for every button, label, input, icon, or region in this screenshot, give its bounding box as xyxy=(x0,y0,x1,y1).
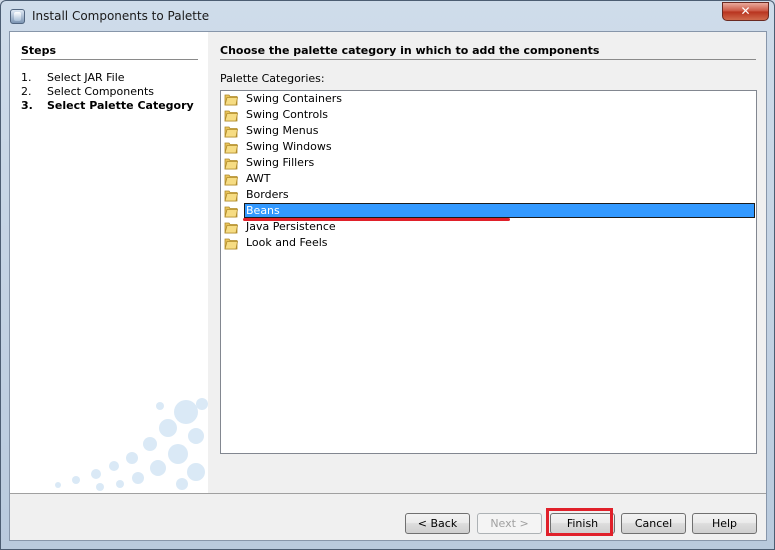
folder-icon xyxy=(224,190,238,202)
folder-icon xyxy=(224,238,238,250)
folder-icon xyxy=(224,206,238,218)
help-button[interactable]: Help xyxy=(692,513,757,534)
back-button[interactable]: < Back xyxy=(405,513,470,534)
step-item: 1. Select JAR File xyxy=(21,71,125,84)
close-icon: ✕ xyxy=(740,4,751,18)
palette-category-list[interactable]: Swing Containers Swing Controls Swing Me… xyxy=(220,90,757,454)
category-panel: Choose the palette category in which to … xyxy=(208,32,766,493)
title-divider xyxy=(220,59,756,60)
list-item-label: Swing Controls xyxy=(246,108,328,121)
list-item-label: Look and Feels xyxy=(246,236,328,249)
step-label: Select Components xyxy=(47,85,155,98)
annotation-highlight-box xyxy=(546,508,613,536)
folder-icon xyxy=(224,94,238,106)
page-title: Choose the palette category in which to … xyxy=(220,44,600,57)
window-title: Install Components to Palette xyxy=(32,9,210,23)
dialog-window: Install Components to Palette ✕ Steps 1.… xyxy=(0,0,775,550)
steps-heading: Steps xyxy=(21,44,57,57)
step-label: Select Palette Category xyxy=(47,99,194,112)
list-item[interactable]: Java Persistence xyxy=(221,219,756,235)
selection-highlight xyxy=(244,203,755,218)
folder-icon xyxy=(224,142,238,154)
list-item[interactable]: Look and Feels xyxy=(221,235,756,251)
list-item-label: AWT xyxy=(246,172,271,185)
step-number: 3. xyxy=(21,99,33,112)
list-item[interactable]: Swing Controls xyxy=(221,107,756,123)
list-item[interactable]: Swing Containers xyxy=(221,91,756,107)
step-label: Select JAR File xyxy=(47,71,125,84)
steps-divider xyxy=(21,59,198,60)
title-bar[interactable]: Install Components to Palette ✕ xyxy=(1,1,775,31)
step-number: 2. xyxy=(21,85,32,98)
step-item: 2. Select Components xyxy=(21,85,154,98)
list-item-label: Swing Containers xyxy=(246,92,342,105)
dialog-content: Steps 1. Select JAR File 2. Select Compone… xyxy=(9,31,767,541)
app-window-icon xyxy=(10,9,25,24)
steps-panel: Steps 1. Select JAR File 2. Select Compone… xyxy=(10,32,208,493)
cancel-button[interactable]: Cancel xyxy=(621,513,686,534)
list-item-label: Borders xyxy=(246,188,289,201)
list-item-label: Java Persistence xyxy=(246,220,336,233)
list-item-label: Swing Windows xyxy=(246,140,332,153)
list-item-selected[interactable]: Beans xyxy=(221,203,756,221)
footer-divider xyxy=(10,493,766,494)
close-button[interactable]: ✕ xyxy=(722,2,769,21)
folder-icon xyxy=(224,222,238,234)
step-number: 1. xyxy=(21,71,32,84)
list-item[interactable]: Borders xyxy=(221,187,756,203)
folder-icon xyxy=(224,174,238,186)
list-item[interactable]: Swing Menus xyxy=(221,123,756,139)
palette-categories-label: Palette Categories: xyxy=(220,72,325,85)
list-item[interactable]: AWT xyxy=(221,171,756,187)
list-item[interactable]: Swing Windows xyxy=(221,139,756,155)
list-item-label: Swing Fillers xyxy=(246,156,315,169)
list-item-label: Swing Menus xyxy=(246,124,319,137)
folder-icon xyxy=(224,110,238,122)
folder-icon xyxy=(224,126,238,138)
list-item[interactable]: Swing Fillers xyxy=(221,155,756,171)
next-button[interactable]: Next > xyxy=(477,513,542,534)
step-item-current: 3. Select Palette Category xyxy=(21,99,194,112)
list-item-label: Beans xyxy=(246,204,280,217)
decorative-bubbles xyxy=(55,398,208,491)
folder-icon xyxy=(224,158,238,170)
